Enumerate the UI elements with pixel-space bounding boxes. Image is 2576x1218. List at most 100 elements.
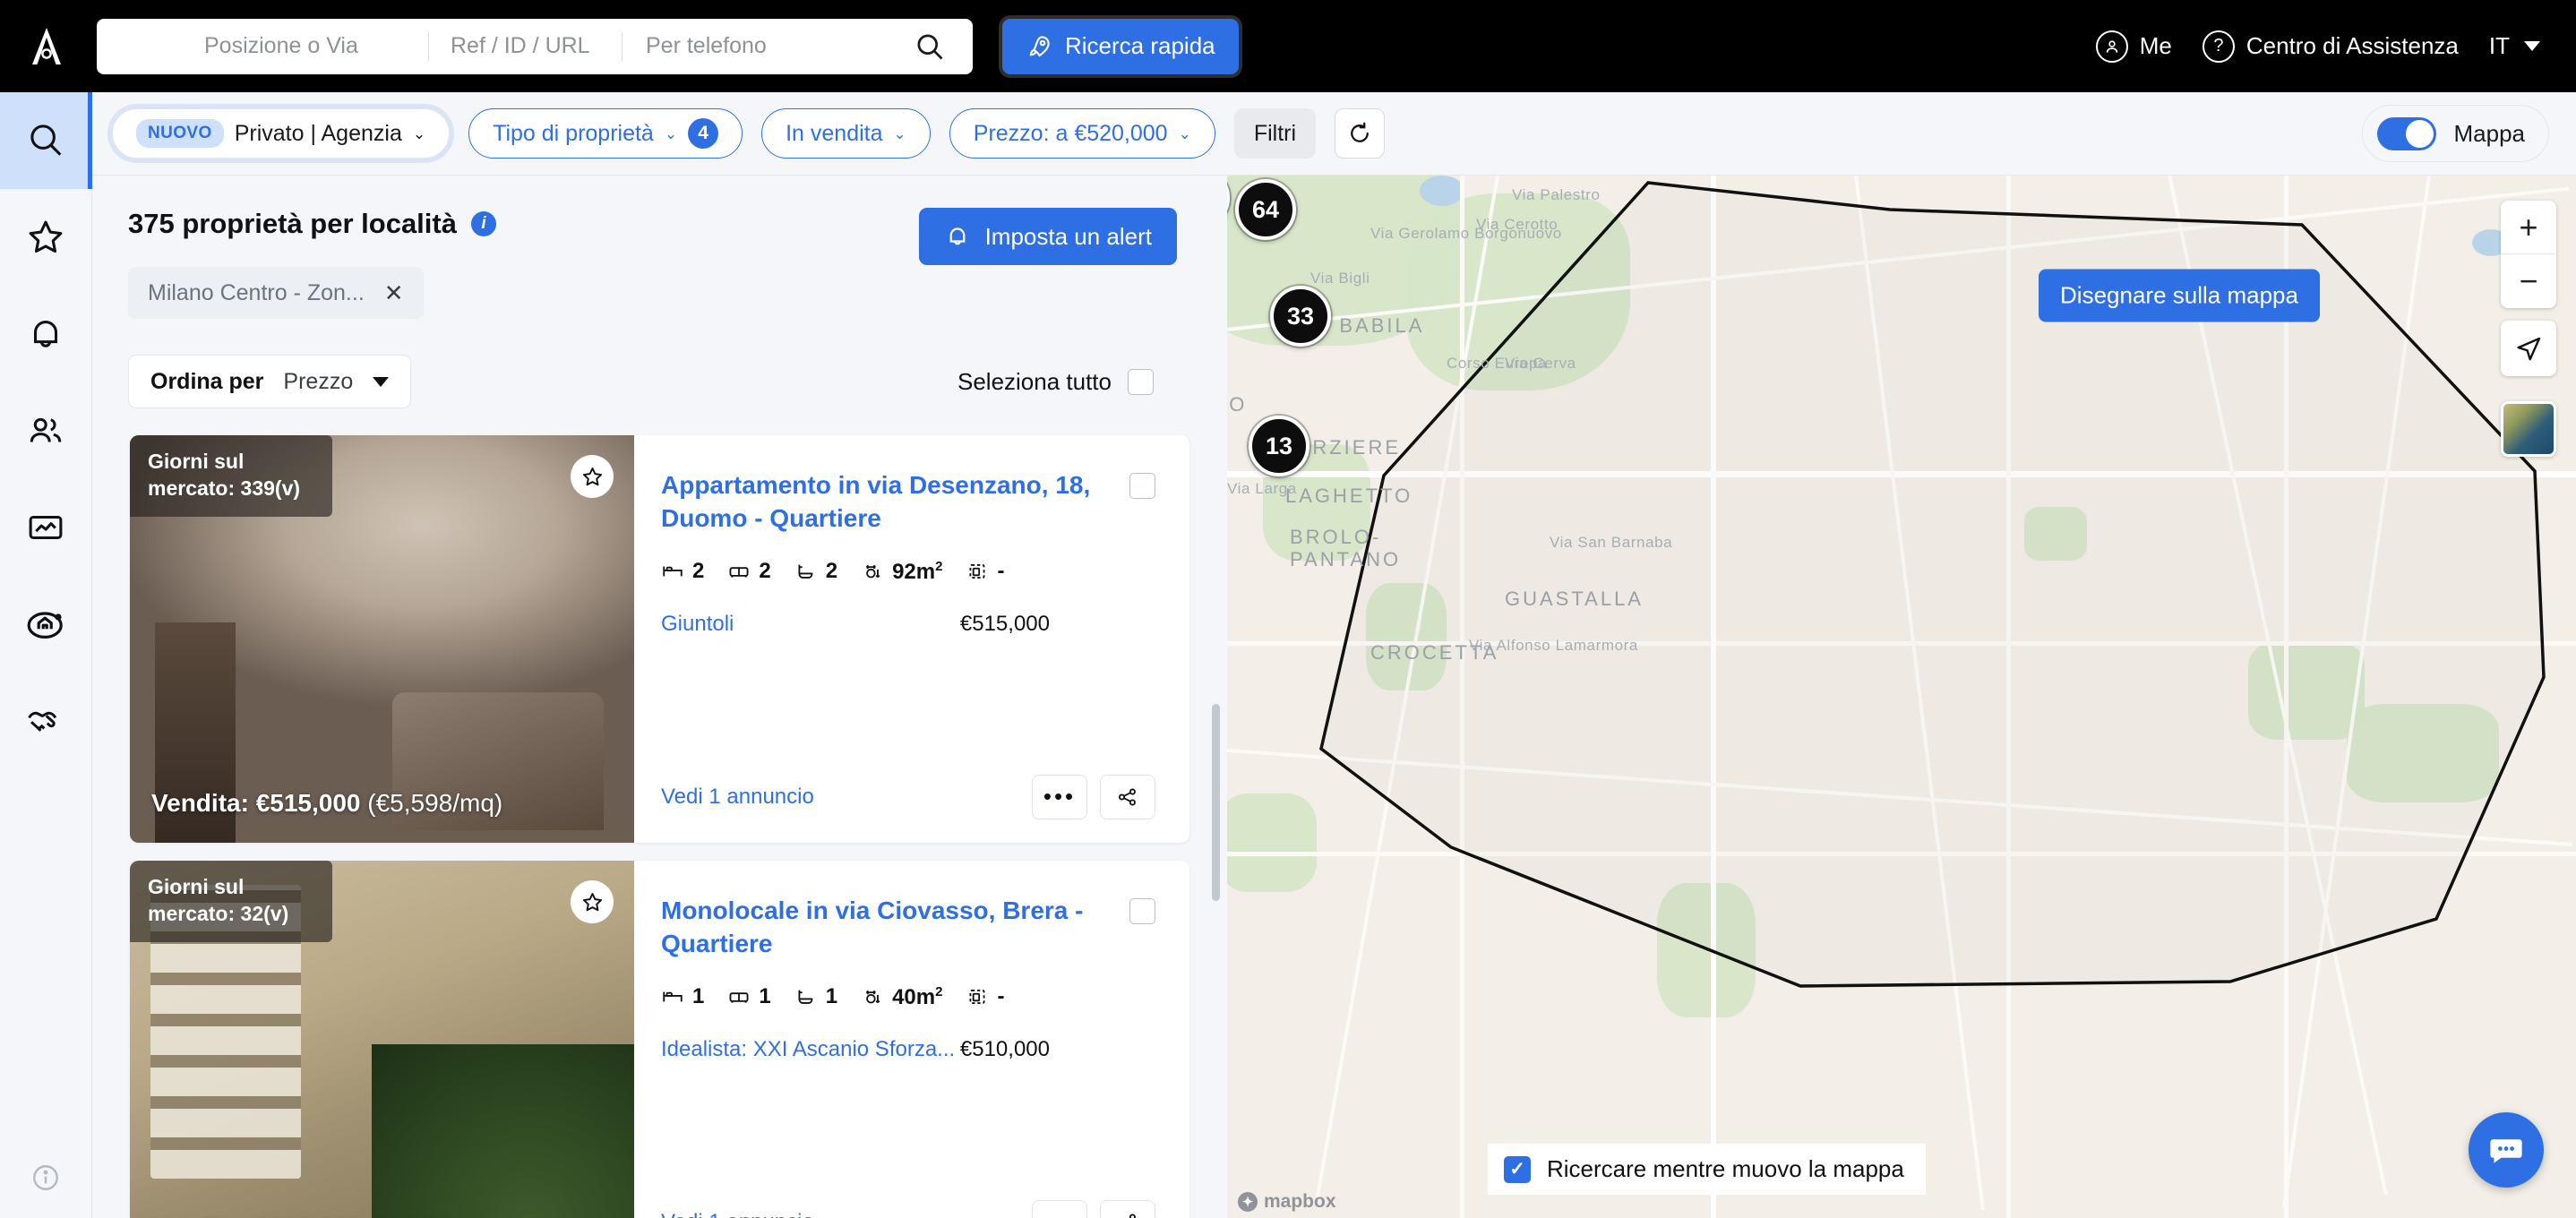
select-all-control[interactable]: Seleziona tutto — [957, 368, 1191, 396]
sidebar-item-favorites[interactable] — [0, 189, 92, 286]
handshake-icon — [28, 711, 57, 732]
filter-listing-type[interactable]: In vendita ⌄ — [761, 108, 931, 159]
property-title[interactable]: Appartamento in via Desenzano, 18, Duomo… — [661, 469, 1145, 536]
draw-on-map-button[interactable]: Disegnare sulla mappa — [2039, 269, 2320, 322]
results-scrollbar[interactable] — [1212, 704, 1220, 1218]
map-label: BROLO- — [1290, 526, 1382, 548]
bell-icon — [949, 227, 965, 245]
more-filters-button[interactable]: Filtri — [1233, 108, 1317, 159]
property-specs: 1 1 1 40m2 - — [661, 984, 1154, 1010]
property-card[interactable]: Giorni sul mercato: 339(v) Vendita: €515… — [130, 435, 1189, 843]
favorite-button[interactable] — [571, 880, 614, 923]
reset-filters-button[interactable] — [1335, 108, 1386, 159]
map-label: Via San Barnaba — [1550, 534, 1673, 551]
search-phone-input[interactable]: Per telefono — [623, 19, 846, 74]
zoom-out-button[interactable]: − — [2501, 254, 2556, 308]
see-listing-link[interactable]: Vedi 1 annuncio — [661, 785, 814, 810]
rocket-icon — [1029, 35, 1050, 56]
favorite-button[interactable] — [571, 455, 614, 498]
map-cluster-marker[interactable]: 33 — [1270, 286, 1331, 347]
map-label: Via Larga — [1227, 480, 1297, 497]
sidebar-item-contacts[interactable] — [0, 382, 92, 479]
map-label: Via Alfonso Lamarmora — [1469, 637, 1638, 654]
chart-image-icon — [29, 515, 63, 540]
search-location-input[interactable]: Posizione o Via — [97, 19, 428, 74]
help-center-menu[interactable]: ? Centro di Assistenza — [2202, 30, 2459, 63]
filter-property-type[interactable]: Tipo di proprietà ⌄ 4 — [468, 108, 743, 159]
search-submit-button[interactable] — [846, 30, 973, 63]
sidebar-item-search[interactable] — [0, 92, 92, 189]
map-cluster-marker[interactable]: 13 — [1249, 416, 1309, 476]
property-image[interactable]: Giorni sul mercato: 32(v) Vendita: €510,… — [130, 861, 634, 1218]
filter-owner-type[interactable]: NUOVO Privato | Agenzia ⌄ — [112, 108, 451, 159]
search-while-moving-label: Ricercare mentre muovo la mappa — [1547, 1155, 1904, 1182]
price-overlay-label: Vendita: €515,000 — [151, 789, 361, 817]
info-circle-icon — [33, 1165, 58, 1190]
triangle-down-icon — [373, 376, 390, 387]
filter-property-type-label: Tipo di proprietà — [493, 120, 654, 146]
map-road — [1227, 471, 2576, 477]
quick-search-button[interactable]: Ricerca rapida — [1002, 18, 1239, 74]
map-toggle[interactable]: Mappa — [2361, 105, 2549, 162]
select-all-checkbox[interactable] — [1128, 368, 1154, 395]
sidebar-item-deals[interactable] — [0, 673, 92, 769]
agent-name[interactable]: Giuntoli — [661, 612, 734, 637]
sidebar-item-analytics[interactable] — [0, 479, 92, 576]
sidebar-item-alerts[interactable] — [0, 286, 92, 382]
map-toggle-switch[interactable] — [2376, 116, 2436, 150]
language-selector[interactable]: IT — [2489, 32, 2540, 60]
close-icon[interactable]: ✕ — [384, 279, 404, 307]
map-toggle-label: Mappa — [2453, 119, 2526, 147]
share-button[interactable] — [1100, 775, 1155, 819]
select-all-label: Seleziona tutto — [957, 367, 1112, 395]
property-select-checkbox[interactable] — [1129, 473, 1155, 499]
mapbox-attribution[interactable]: ✦ mapbox — [1238, 1191, 1336, 1213]
spec-plot-value: - — [997, 984, 1005, 1009]
sort-dropdown[interactable]: Ordina per Prezzo — [128, 355, 412, 408]
satellite-view-button[interactable] — [2501, 401, 2556, 457]
more-options-button[interactable]: ••• — [1032, 775, 1087, 819]
card-footer: Vedi 1 annuncio ••• — [661, 1200, 1155, 1218]
scrollbar-thumb[interactable] — [1212, 704, 1220, 901]
filter-listing-type-label: In vendita — [786, 120, 883, 146]
map-panel[interactable]: Disegnare sulla mappa BRERABORGONUOVOCAS… — [1227, 176, 2576, 1218]
search-ref-input[interactable]: Ref / ID / URL — [429, 19, 622, 74]
agent-name[interactable]: Idealista: XXI Ascanio Sforza... — [661, 1037, 955, 1062]
location-filter-chip[interactable]: Milano Centro - Zon... ✕ — [128, 267, 424, 319]
property-image[interactable]: Giorni sul mercato: 339(v) Vendita: €515… — [130, 435, 634, 843]
user-icon — [2095, 30, 2128, 63]
map-park — [1657, 883, 1756, 1017]
set-alert-button[interactable]: Imposta un alert — [918, 208, 1177, 265]
sidebar-item-properties[interactable] — [0, 576, 92, 673]
global-search-bar[interactable]: Posizione o Via Ref / ID / URL Per telef… — [97, 18, 973, 74]
search-while-moving-toggle[interactable]: ✓ Ricercare mentre muovo la mappa — [1488, 1144, 1926, 1195]
spec-area: 92m2 — [861, 559, 942, 585]
chevron-down-icon — [2524, 41, 2540, 51]
map-cluster-marker[interactable]: 64 — [1235, 179, 1296, 240]
rail-info[interactable] — [0, 1137, 92, 1218]
plot-icon — [969, 564, 985, 579]
spec-area-value: 40m2 — [892, 983, 943, 1009]
map-park — [1227, 793, 1317, 892]
locate-me-button[interactable] — [2501, 321, 2556, 376]
property-title[interactable]: Monolocale in via Ciovasso, Brera - Quar… — [661, 895, 1145, 961]
zoom-in-button[interactable]: + — [2501, 201, 2556, 254]
refresh-icon — [1351, 122, 1369, 142]
map-road — [1227, 852, 2576, 856]
info-icon[interactable]: i — [470, 211, 496, 236]
star-icon — [29, 220, 63, 253]
results-list: Giorni sul mercato: 339(v) Vendita: €515… — [92, 435, 1227, 1218]
me-menu[interactable]: Me — [2095, 30, 2172, 63]
property-card[interactable]: Giorni sul mercato: 32(v) Vendita: €510,… — [130, 861, 1189, 1218]
see-listing-link[interactable]: Vedi 1 annuncio — [661, 1210, 814, 1218]
share-button[interactable] — [1100, 1200, 1155, 1218]
property-select-checkbox[interactable] — [1129, 898, 1155, 924]
chat-button[interactable] — [2469, 1112, 2544, 1188]
spec-livingrooms-value: 1 — [759, 984, 771, 1009]
more-options-button[interactable]: ••• — [1032, 1200, 1087, 1218]
card-actions: ••• — [1032, 775, 1155, 819]
app-logo[interactable] — [0, 0, 92, 92]
search-while-moving-checkbox[interactable]: ✓ — [1504, 1155, 1531, 1183]
app-root: Posizione o Via Ref / ID / URL Per telef… — [0, 0, 2576, 1218]
filter-price[interactable]: Prezzo: a €520,000 ⌄ — [949, 108, 1215, 159]
